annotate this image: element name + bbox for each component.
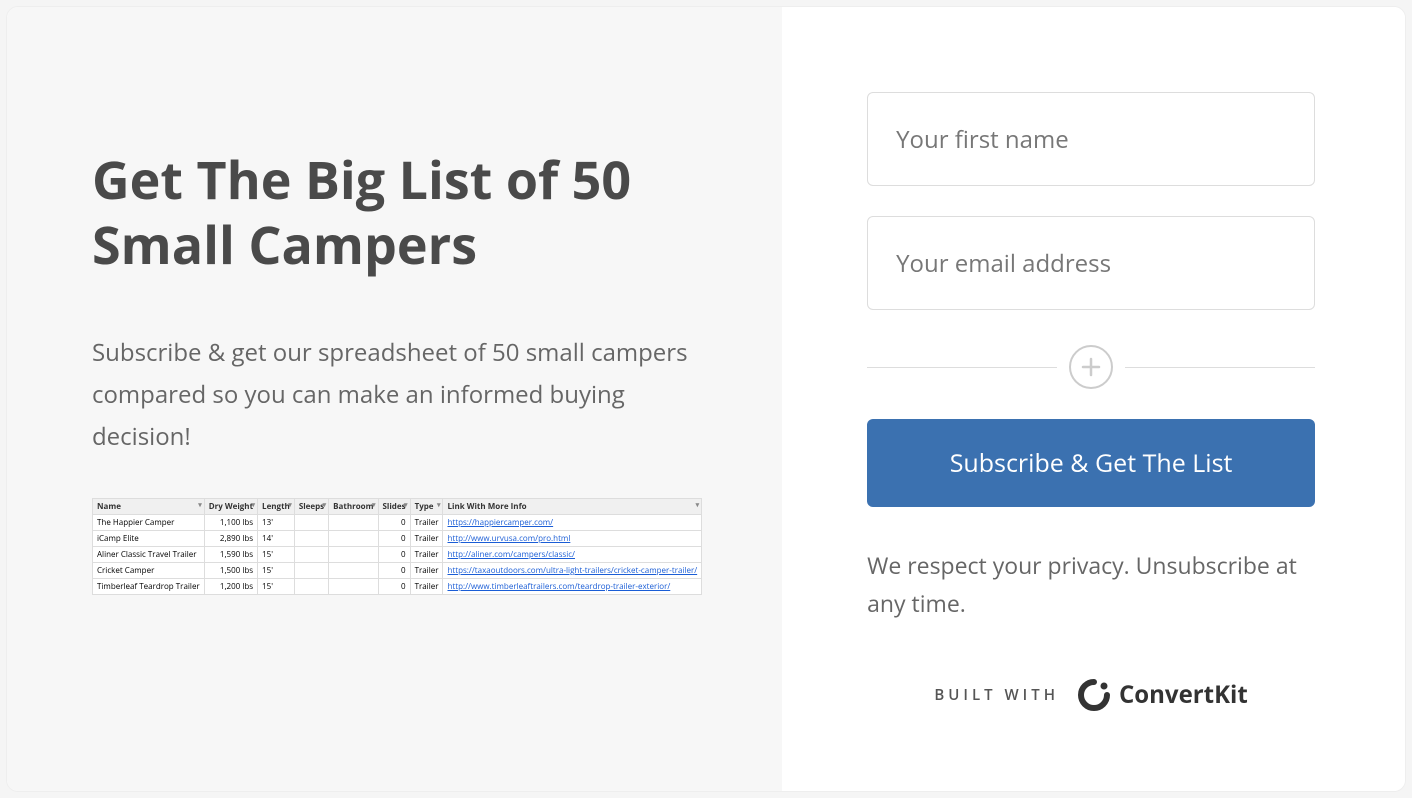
cell-name: iCamp Elite (93, 531, 205, 547)
cell-weight: 1,100 lbs (204, 515, 257, 531)
cell-sleeps (294, 579, 328, 595)
convertkit-brand-text: ConvertKit (1119, 678, 1248, 711)
table-row: Timberleaf Teardrop Trailer1,200 lbs15' 0… (93, 579, 702, 595)
col-link: Link With More Info (443, 499, 702, 515)
cell-bathroom (329, 579, 378, 595)
cell-type: Trailer (410, 579, 443, 595)
cell-length: 14' (258, 531, 295, 547)
cell-slides: 0 (378, 531, 410, 547)
convertkit-logo: ConvertKit (1077, 678, 1248, 712)
cell-weight: 1,590 lbs (204, 547, 257, 563)
cell-name: Aliner Classic Travel Trailer (93, 547, 205, 563)
cell-slides: 0 (378, 547, 410, 563)
cell-type: Trailer (410, 531, 443, 547)
cell-weight: 1,500 lbs (204, 563, 257, 579)
cell-length: 15' (258, 547, 295, 563)
col-bathroom: Bathroom (329, 499, 378, 515)
col-sleeps: Sleeps (294, 499, 328, 515)
cell-link: http://www.timberleaftrailers.com/teardr… (443, 579, 702, 595)
cell-bathroom (329, 531, 378, 547)
table-row: iCamp Elite2,890 lbs14' 0Trailerhttp://ww… (93, 531, 702, 547)
subscribe-button[interactable]: Subscribe & Get The List (867, 419, 1315, 507)
table-row: Cricket Camper1,500 lbs15' 0Trailerhttps:… (93, 563, 702, 579)
cell-weight: 2,890 lbs (204, 531, 257, 547)
cell-sleeps (294, 515, 328, 531)
col-dry-weight: Dry Weight (204, 499, 257, 515)
cell-weight: 1,200 lbs (204, 579, 257, 595)
privacy-notice: We respect your privacy. Unsubscribe at … (867, 547, 1315, 623)
email-input[interactable] (867, 216, 1315, 310)
spreadsheet-preview: Name Dry Weight Length Sleeps Bathroom S… (92, 498, 702, 595)
form-divider (867, 345, 1315, 389)
cell-link: http://aliner.com/campers/classic/ (443, 547, 702, 563)
cell-bathroom (329, 515, 378, 531)
cell-link: https://happiercamper.com/ (443, 515, 702, 531)
cell-type: Trailer (410, 515, 443, 531)
cell-length: 13' (258, 515, 295, 531)
cell-sleeps (294, 563, 328, 579)
cell-name: Cricket Camper (93, 563, 205, 579)
col-length: Length (258, 499, 295, 515)
cell-link: https://taxaoutdoors.com/ultra-light-tra… (443, 563, 702, 579)
built-with-badge[interactable]: BUILT WITH ConvertKit (867, 678, 1315, 712)
add-field-button[interactable] (1069, 345, 1113, 389)
page-heading: Get The Big List of 50 Small Campers (92, 147, 702, 277)
cell-type: Trailer (410, 547, 443, 563)
convertkit-icon (1077, 678, 1111, 712)
col-type: Type (410, 499, 443, 515)
page-subheading: Subscribe & get our spreadsheet of 50 sm… (92, 332, 702, 458)
built-with-label: BUILT WITH (934, 685, 1059, 705)
plus-icon (1080, 356, 1102, 378)
col-slides: Slides (378, 499, 410, 515)
cell-length: 15' (258, 579, 295, 595)
cell-sleeps (294, 531, 328, 547)
divider-line-left (867, 367, 1057, 368)
cell-sleeps (294, 547, 328, 563)
cell-slides: 0 (378, 515, 410, 531)
cell-link: http://www.urvusa.com/pro.html (443, 531, 702, 547)
cell-type: Trailer (410, 563, 443, 579)
content-panel: Get The Big List of 50 Small Campers Sub… (7, 7, 782, 791)
cell-bathroom (329, 563, 378, 579)
cell-slides: 0 (378, 563, 410, 579)
cell-slides: 0 (378, 579, 410, 595)
first-name-input[interactable] (867, 92, 1315, 186)
signup-card: Get The Big List of 50 Small Campers Sub… (6, 6, 1406, 792)
table-row: Aliner Classic Travel Trailer1,590 lbs15… (93, 547, 702, 563)
cell-bathroom (329, 547, 378, 563)
divider-line-right (1125, 367, 1315, 368)
cell-length: 15' (258, 563, 295, 579)
col-name: Name (93, 499, 205, 515)
table-row: The Happier Camper1,100 lbs13' 0Trailerht… (93, 515, 702, 531)
form-panel: Subscribe & Get The List We respect your… (782, 7, 1405, 791)
cell-name: The Happier Camper (93, 515, 205, 531)
cell-name: Timberleaf Teardrop Trailer (93, 579, 205, 595)
